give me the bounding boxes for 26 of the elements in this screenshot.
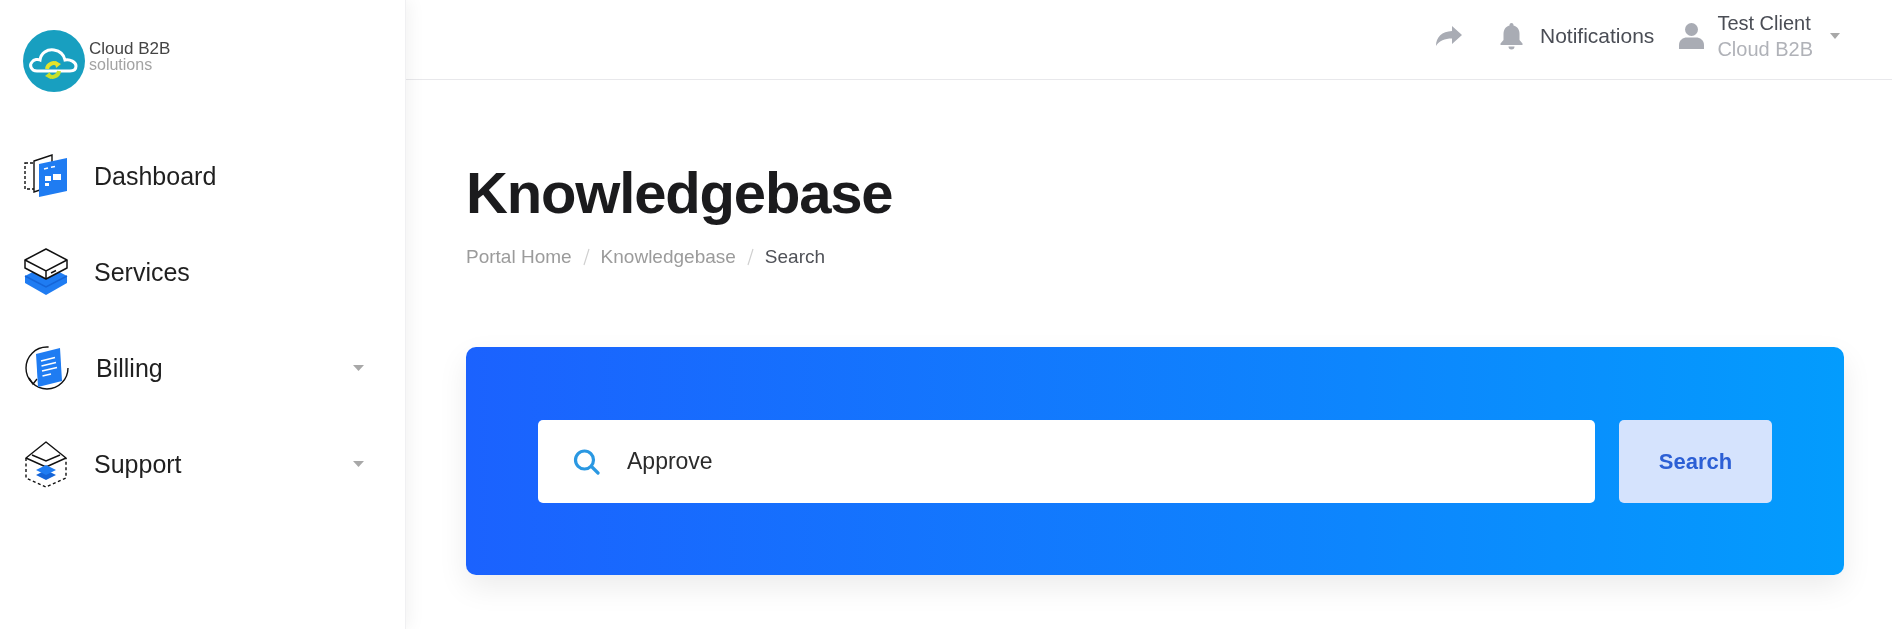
- caret-icon: [1830, 32, 1840, 39]
- user-menu-button[interactable]: Test Client Cloud B2B: [1679, 9, 1840, 62]
- search-field[interactable]: Approve: [538, 420, 1595, 503]
- stacked-panels-icon: [24, 154, 68, 198]
- user-icon: [1679, 21, 1705, 50]
- document-cycle-icon: [24, 345, 70, 391]
- bell-icon: [1499, 21, 1524, 50]
- breadcrumb-separator-icon: [746, 248, 754, 266]
- logo-name: Cloud B2B: [89, 41, 171, 57]
- search-button[interactable]: Search: [1619, 420, 1772, 503]
- user-company: Cloud B2B: [1717, 36, 1813, 62]
- logo-icon: [23, 30, 85, 92]
- user-name: Test Client: [1717, 10, 1811, 36]
- breadcrumb-separator-icon: [582, 248, 590, 266]
- box-layers-icon: [24, 248, 68, 296]
- open-box-icon: [24, 440, 68, 488]
- page-title: Knowledgebase: [466, 159, 893, 227]
- sidebar-item[interactable]: Billing: [0, 320, 405, 416]
- notifications-button[interactable]: Notifications: [1499, 21, 1655, 50]
- sidebar-item[interactable]: Dashboard: [0, 128, 405, 224]
- sidebar-item[interactable]: Services: [0, 224, 405, 320]
- share-arrow-icon[interactable]: [1435, 24, 1463, 47]
- sidebar-item[interactable]: Support: [0, 416, 405, 512]
- logo-tagline: solutions: [89, 57, 153, 73]
- breadcrumb-current: Search: [764, 245, 826, 269]
- search-icon: [573, 449, 601, 475]
